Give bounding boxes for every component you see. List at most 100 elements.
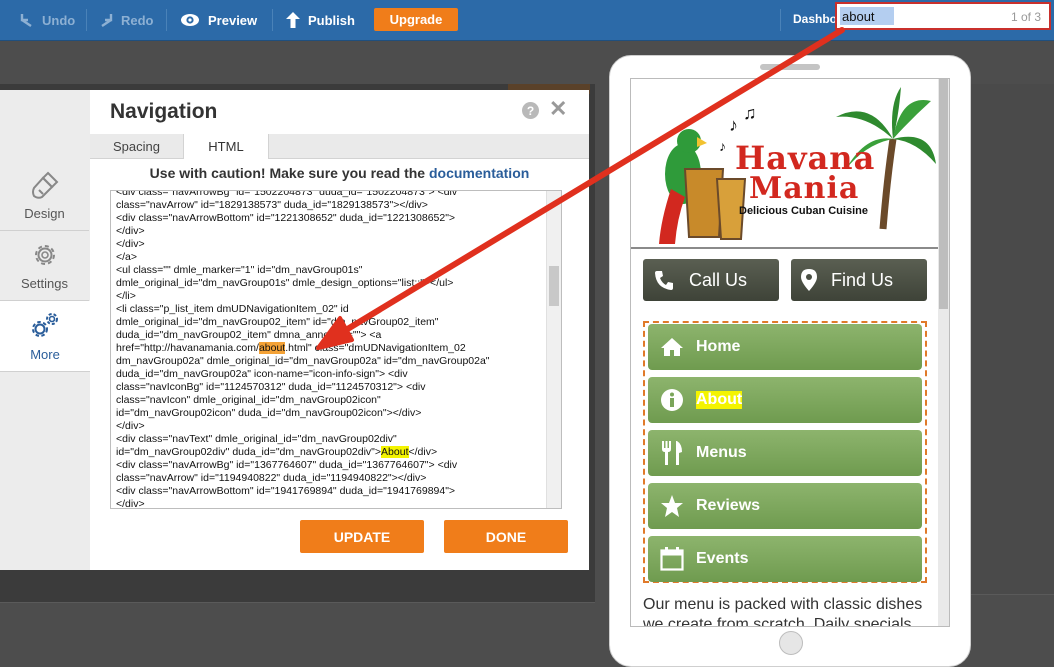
code-line: </li> xyxy=(116,290,136,302)
code-line: class="navArrow" id="1829138573" duda_id… xyxy=(116,199,428,211)
code-line: dmle_original_id="dm_navGroup01s" dmle_d… xyxy=(116,277,454,289)
find-bar: 1 of 3 xyxy=(835,2,1051,30)
code-navtext-suffix: </div> xyxy=(408,446,438,458)
code-line: <div class="navText" dmle_original_id="d… xyxy=(116,433,397,445)
brush-icon xyxy=(31,171,58,199)
update-button[interactable]: UPDATE xyxy=(300,520,424,553)
dialog-title: Navigation xyxy=(110,100,218,123)
find-match-count: 1 of 3 xyxy=(1010,10,1041,24)
publish-button[interactable]: Publish xyxy=(286,0,355,40)
documentation-link[interactable]: documentation xyxy=(429,165,529,181)
gears-icon xyxy=(32,312,58,337)
rail-label-design: Design xyxy=(24,205,65,221)
nav-item-reviews[interactable]: Reviews xyxy=(648,483,922,529)
nav-label-home: Home xyxy=(696,338,741,355)
site-logo: ♪ ♫ ♪ Havana Mania Delicious Cuban Cuisi… xyxy=(631,79,938,249)
tab-spacing[interactable]: Spacing xyxy=(90,134,183,158)
done-button[interactable]: DONE xyxy=(444,520,568,553)
upgrade-button[interactable]: Upgrade xyxy=(374,8,458,31)
redo-icon xyxy=(101,14,113,27)
code-line: <div class="navArrowBottom" id="12213086… xyxy=(116,212,456,224)
code-lines: <div class="navArrowBg" id="1502204873" … xyxy=(116,191,544,509)
nav-item-events[interactable]: Events xyxy=(648,536,922,582)
code-href-suffix: .html" class="dmUDNavigationItem_02 xyxy=(285,342,466,354)
gear-icon xyxy=(34,244,55,265)
nav-item-about[interactable]: About xyxy=(648,377,922,423)
redo-button[interactable]: Redo xyxy=(99,0,154,40)
star-icon xyxy=(661,495,683,517)
calendar-icon xyxy=(660,547,684,571)
search-match: About xyxy=(381,446,409,458)
caution-text: Use with caution! Make sure you read the xyxy=(149,165,429,181)
code-line-navtext: id="dm_navGroup02div" duda_id="dm_navGro… xyxy=(116,446,544,459)
code-line: <div class="navArrowBg" id="1367764607" … xyxy=(116,459,458,471)
utensils-icon xyxy=(662,441,682,465)
home-icon xyxy=(661,338,683,356)
close-icon[interactable]: ✕ xyxy=(549,98,567,120)
undo-button[interactable]: Undo xyxy=(20,0,75,40)
find-us-button[interactable]: Find Us xyxy=(791,259,927,301)
dashboard-link[interactable]: Dashbo xyxy=(793,0,837,38)
code-line: </a> xyxy=(116,251,138,263)
tab-html[interactable]: HTML xyxy=(183,134,269,159)
code-line: </div> xyxy=(116,420,145,432)
toolbar-divider xyxy=(166,9,167,31)
caution-message: Use with caution! Make sure you read the… xyxy=(90,165,589,181)
map-pin-icon xyxy=(801,269,817,291)
nav-label-events: Events xyxy=(696,550,749,567)
undo-icon xyxy=(20,14,32,27)
toolbar-divider xyxy=(272,9,273,31)
tablet-speaker xyxy=(760,64,820,70)
rail-item-settings[interactable]: Settings xyxy=(0,230,89,301)
rail-item-design[interactable]: Design xyxy=(0,160,89,231)
top-toolbar: Undo Redo Preview Publish Upgrade Dashbo… xyxy=(0,0,1054,41)
rail-label-settings: Settings xyxy=(21,275,68,291)
preview-scrollbar[interactable] xyxy=(938,79,949,626)
find-input[interactable] xyxy=(840,7,894,25)
svg-text:♪: ♪ xyxy=(729,115,738,135)
code-navtext-prefix: id="dm_navGroup02div" duda_id="dm_navGro… xyxy=(116,446,382,458)
code-scrollbar[interactable] xyxy=(546,191,561,508)
code-line: <div class="navArrowBottom" id="19417698… xyxy=(116,485,456,497)
toolbar-divider xyxy=(780,9,781,31)
nav-label-about: About xyxy=(696,391,743,409)
call-us-label: Call Us xyxy=(689,269,748,290)
svg-text:♫: ♫ xyxy=(743,103,757,123)
code-href-prefix: href="http://havanamania.com/ xyxy=(116,342,259,354)
code-line: </div> xyxy=(116,238,145,250)
help-icon[interactable]: ? xyxy=(522,102,539,119)
code-line: </div> xyxy=(116,225,145,237)
toolbar-divider xyxy=(86,9,87,31)
info-icon xyxy=(661,389,683,411)
code-scroll-thumb[interactable] xyxy=(549,266,559,306)
nav-label-menus: Menus xyxy=(696,444,747,461)
code-line: </div> xyxy=(116,498,145,509)
code-line: duda_id="dm_navGroup02a" icon-name="icon… xyxy=(116,368,408,380)
upload-arrow-icon xyxy=(286,12,300,28)
code-line-href: href="http://havanamania.com/about.html"… xyxy=(116,342,544,355)
site-navigation: Home About Menus Reviews Events xyxy=(643,321,927,583)
logo-title-mania: Mania xyxy=(749,171,860,206)
preview-button[interactable]: Preview xyxy=(180,0,257,40)
tablet-screen: ♪ ♫ ♪ Havana Mania Delicious Cuban Cuisi… xyxy=(630,78,950,627)
rail-item-more[interactable]: More xyxy=(0,301,90,372)
code-line: duda_id="dm_navGroup02_item" dmna_annota… xyxy=(116,329,382,341)
undo-label: Undo xyxy=(42,12,76,28)
tab-strip: Spacing HTML xyxy=(90,134,589,159)
nav-item-home[interactable]: Home xyxy=(648,324,922,370)
search-match-current: about xyxy=(258,342,286,354)
tablet-preview: ♪ ♫ ♪ Havana Mania Delicious Cuban Cuisi… xyxy=(609,55,971,667)
nav-item-menus[interactable]: Menus xyxy=(648,430,922,476)
code-line: class="navIconBg" id="1124570312" duda_i… xyxy=(116,381,426,393)
eye-icon xyxy=(181,14,199,26)
preview-scroll-thumb[interactable] xyxy=(939,79,948,309)
logo-tagline: Delicious Cuban Cuisine xyxy=(739,205,868,217)
tablet-home-button xyxy=(779,631,803,655)
find-us-label: Find Us xyxy=(831,269,894,290)
call-us-button[interactable]: Call Us xyxy=(643,259,779,301)
svg-text:♪: ♪ xyxy=(719,138,726,154)
html-code-editor[interactable]: <div class="navArrowBg" id="1502204873" … xyxy=(110,190,562,509)
background-right-panel xyxy=(962,84,1054,595)
code-line: <ul class="" dmle_marker="1" id="dm_navG… xyxy=(116,264,363,276)
nav-label-reviews: Reviews xyxy=(696,497,761,514)
